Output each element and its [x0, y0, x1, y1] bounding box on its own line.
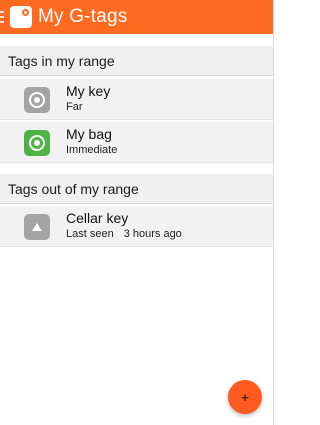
tag-status: Far	[66, 101, 83, 113]
out-of-range-icon	[24, 214, 50, 240]
app-bar: My G-tags	[0, 0, 273, 34]
tag-row-my-bag[interactable]: My bag Immediate	[0, 122, 273, 163]
drawer-menu-icon[interactable]	[0, 11, 4, 23]
tag-status: Immediate	[66, 144, 118, 156]
add-tag-button[interactable]: +	[228, 380, 262, 414]
tag-status: Last seen 3 hours ago	[66, 228, 182, 241]
section-header-in-range: Tags in my range	[0, 46, 273, 76]
app-screen: My G-tags Tags in my range My key Far My…	[0, 0, 274, 425]
last-seen-value: 3 hours ago	[123, 228, 182, 240]
section-header-out-of-range: Tags out of my range	[0, 174, 273, 204]
last-seen-label: Last seen	[66, 228, 114, 240]
tag-name: My key	[66, 83, 111, 99]
signal-immediate-icon	[24, 130, 50, 156]
tag-row-my-key[interactable]: My key Far	[0, 79, 273, 120]
signal-far-icon	[24, 87, 50, 113]
tag-name: Cellar key	[66, 210, 129, 226]
app-title: My G-tags	[38, 6, 128, 27]
app-logo-icon[interactable]	[10, 6, 32, 28]
add-icon: +	[241, 389, 249, 405]
tag-row-cellar-key[interactable]: Cellar key Last seen 3 hours ago	[0, 206, 273, 247]
tag-name: My bag	[66, 126, 112, 142]
